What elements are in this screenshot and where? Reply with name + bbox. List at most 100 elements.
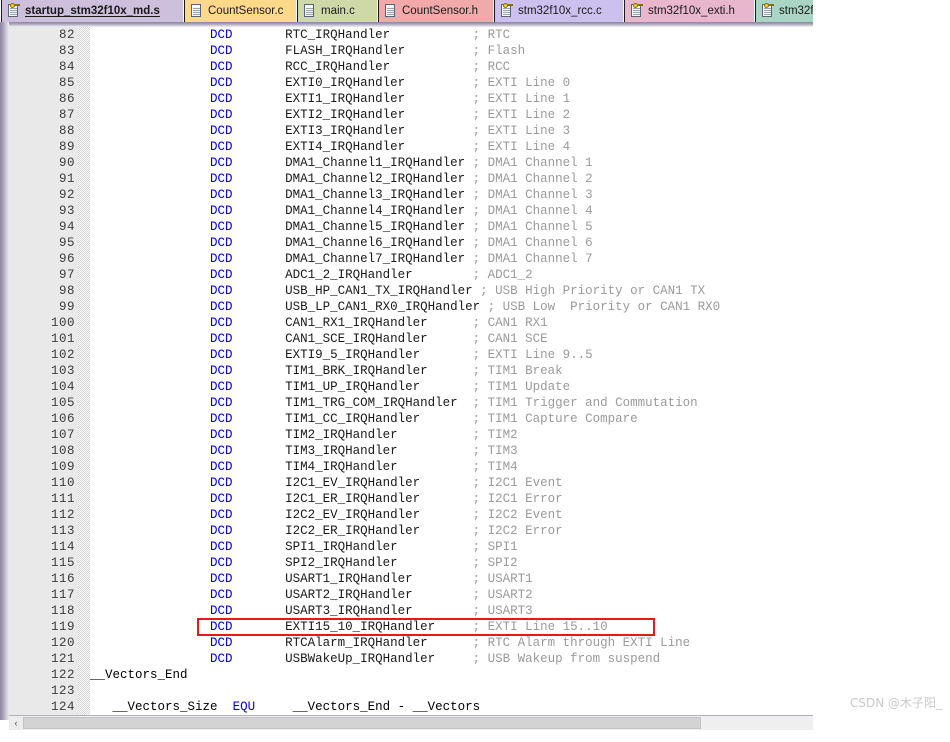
code-line[interactable]: 97 DCD ADC1_2_IRQHandler ; ADC1_2 (9, 267, 813, 283)
code-comment: ; DMA1 Channel 4 (472, 204, 593, 218)
line-number: 100 (50, 316, 75, 330)
code-line-text: DCD USART3_IRQHandler ; USART3 (90, 603, 533, 619)
code-line-text: DCD FLASH_IRQHandler ; Flash (90, 43, 525, 59)
code-line[interactable]: 98 DCD USB_HP_CAN1_TX_IRQHandler ; USB H… (9, 283, 813, 299)
editor-tab-4[interactable]: stm32f10x_rcc.c (493, 0, 626, 22)
code-line[interactable]: 108 DCD TIM3_IRQHandler ; TIM3 (9, 443, 813, 459)
line-number: 112 (50, 508, 75, 522)
code-line[interactable]: 115 DCD SPI2_IRQHandler ; SPI2 (9, 555, 813, 571)
code-line[interactable]: 84 DCD RCC_IRQHandler ; RCC (9, 59, 813, 75)
editor-tab-bar[interactable]: startup_stm32f10x_md.s CountSensor.c main.… (0, 0, 813, 22)
code-comment: ; CAN1 SCE (472, 332, 548, 346)
code-line[interactable]: 99 DCD USB_LP_CAN1_RX0_IRQHandler ; USB … (9, 299, 813, 315)
assembly-directive: DCD (210, 588, 233, 602)
code-line[interactable]: 85 DCD EXTI0_IRQHandler ; EXTI Line 0 (9, 75, 813, 91)
code-line[interactable]: 83 DCD FLASH_IRQHandler ; Flash (9, 43, 813, 59)
code-line-text: DCD TIM1_UP_IRQHandler ; TIM1 Update (90, 379, 570, 395)
code-line[interactable]: 88 DCD EXTI3_IRQHandler ; EXTI Line 3 (9, 123, 813, 139)
assembly-directive: DCD (210, 60, 233, 74)
code-line-text: DCD USBWakeUp_IRQHandler ; USB Wakeup fr… (90, 651, 660, 667)
code-line[interactable]: 103 DCD TIM1_BRK_IRQHandler ; TIM1 Break (9, 363, 813, 379)
code-comment: ; DMA1 Channel 5 (472, 220, 593, 234)
code-line[interactable]: 95 DCD DMA1_Channel6_IRQHandler ; DMA1 C… (9, 235, 813, 251)
code-line[interactable]: 101 DCD CAN1_SCE_IRQHandler ; CAN1 SCE (9, 331, 813, 347)
assembly-directive: DCD (210, 124, 233, 138)
assembly-directive: DCD (210, 364, 233, 378)
code-comment: ; TIM1 Update (472, 380, 571, 394)
assembly-directive: DCD (210, 380, 233, 394)
code-line[interactable]: 116 DCD USART1_IRQHandler ; USART1 (9, 571, 813, 587)
scroll-left-arrow-icon[interactable]: ‹ (9, 716, 23, 730)
code-line[interactable]: 118 DCD USART3_IRQHandler ; USART3 (9, 603, 813, 619)
code-editor-area[interactable]: 82 DCD RTC_IRQHandler ; RTC 83 DCD FLASH_… (9, 27, 813, 715)
code-line[interactable]: 86 DCD EXTI1_IRQHandler ; EXTI Line 1 (9, 91, 813, 107)
line-number: 102 (50, 348, 75, 362)
line-number: 87 (58, 108, 75, 122)
line-number: 83 (58, 44, 75, 58)
code-line[interactable]: 109 DCD TIM4_IRQHandler ; TIM4 (9, 459, 813, 475)
code-line-text: DCD USB_HP_CAN1_TX_IRQHandler ; USB High… (90, 283, 705, 299)
code-line[interactable]: 117 DCD USART2_IRQHandler ; USART2 (9, 587, 813, 603)
code-line[interactable]: 124 __Vectors_Size EQU __Vectors_End - _… (9, 699, 813, 715)
code-line[interactable]: 100 DCD CAN1_RX1_IRQHandler ; CAN1 RX1 (9, 315, 813, 331)
horizontal-scrollbar-thumb[interactable] (23, 717, 701, 729)
line-number: 113 (50, 524, 75, 538)
line-number: 90 (58, 156, 75, 170)
line-number: 111 (50, 492, 75, 506)
code-line[interactable]: 106 DCD TIM1_CC_IRQHandler ; TIM1 Captur… (9, 411, 813, 427)
editor-tab-0[interactable]: startup_stm32f10x_md.s (0, 0, 186, 22)
code-lines[interactable]: 82 DCD RTC_IRQHandler ; RTC 83 DCD FLASH_… (9, 27, 813, 715)
code-comment: ; RCC (472, 60, 511, 74)
editor-tab-5[interactable]: stm32f10x_exti.h (623, 0, 757, 22)
line-number: 104 (50, 380, 75, 394)
editor-tab-1[interactable]: CountSensor.c (183, 0, 299, 22)
code-line[interactable]: 123 (9, 683, 813, 699)
code-line[interactable]: 120 DCD RTCAlarm_IRQHandler ; RTC Alarm … (9, 635, 813, 651)
code-line[interactable]: 102 DCD EXTI9_5_IRQHandler ; EXTI Line 9… (9, 347, 813, 363)
tab-list[interactable]: startup_stm32f10x_md.s CountSensor.c main.… (0, 0, 813, 22)
code-line[interactable]: 111 DCD I2C1_ER_IRQHandler ; I2C1 Error (9, 491, 813, 507)
code-comment: ; SPI1 (472, 540, 518, 554)
editor-tab-6[interactable]: stm32f (754, 0, 813, 22)
irq-handler-symbol: EXTI0_IRQHandler (285, 76, 406, 90)
code-line[interactable]: 87 DCD EXTI2_IRQHandler ; EXTI Line 2 (9, 107, 813, 123)
code-line[interactable]: 113 DCD I2C2_ER_IRQHandler ; I2C2 Error (9, 523, 813, 539)
irq-handler-symbol: USBWakeUp_IRQHandler (285, 652, 436, 666)
code-line[interactable]: 122 __Vectors_End (9, 667, 813, 683)
code-line[interactable]: 119 DCD EXTI15_10_IRQHandler ; EXTI Line… (9, 619, 813, 635)
code-line[interactable]: 121 DCD USBWakeUp_IRQHandler ; USB Wakeu… (9, 651, 813, 667)
editor-tab-2[interactable]: main.c (296, 0, 380, 22)
code-line[interactable]: 104 DCD TIM1_UP_IRQHandler ; TIM1 Update (9, 379, 813, 395)
code-line[interactable]: 94 DCD DMA1_Channel5_IRQHandler ; DMA1 C… (9, 219, 813, 235)
irq-handler-symbol: USB_LP_CAN1_RX0_IRQHandler (285, 300, 481, 314)
code-line[interactable]: 90 DCD DMA1_Channel1_IRQHandler ; DMA1 C… (9, 155, 813, 171)
irq-handler-symbol: DMA1_Channel4_IRQHandler (285, 204, 466, 218)
code-line-text: DCD DMA1_Channel4_IRQHandler ; DMA1 Chan… (90, 203, 593, 219)
code-line[interactable]: 114 DCD SPI1_IRQHandler ; SPI1 (9, 539, 813, 555)
irq-handler-symbol: EXTI1_IRQHandler (285, 92, 406, 106)
code-line[interactable]: 96 DCD DMA1_Channel7_IRQHandler ; DMA1 C… (9, 251, 813, 267)
line-number: 119 (50, 620, 75, 634)
code-line[interactable]: 112 DCD I2C2_EV_IRQHandler ; I2C2 Event (9, 507, 813, 523)
code-line[interactable]: 89 DCD EXTI4_IRQHandler ; EXTI Line 4 (9, 139, 813, 155)
code-line[interactable]: 110 DCD I2C1_EV_IRQHandler ; I2C1 Event (9, 475, 813, 491)
line-number: 121 (50, 652, 75, 666)
irq-handler-symbol: RTCAlarm_IRQHandler (285, 636, 428, 650)
code-line[interactable]: 93 DCD DMA1_Channel4_IRQHandler ; DMA1 C… (9, 203, 813, 219)
document-key-icon (7, 2, 20, 18)
equ-expression: __Vectors_End - __Vectors (292, 700, 481, 714)
code-line-text: DCD TIM1_BRK_IRQHandler ; TIM1 Break (90, 363, 563, 379)
code-line[interactable]: 82 DCD RTC_IRQHandler ; RTC (9, 27, 813, 43)
irq-handler-symbol: EXTI9_5_IRQHandler (285, 348, 421, 362)
editor-tab-3[interactable]: CountSensor.h (377, 0, 496, 22)
code-line[interactable]: 105 DCD TIM1_TRG_COM_IRQHandler ; TIM1 T… (9, 395, 813, 411)
code-comment: ; EXTI Line 1 (472, 92, 571, 106)
code-line[interactable]: 107 DCD TIM2_IRQHandler ; TIM2 (9, 427, 813, 443)
code-line-text: DCD USART2_IRQHandler ; USART2 (90, 587, 533, 603)
code-line[interactable]: 91 DCD DMA1_Channel2_IRQHandler ; DMA1 C… (9, 171, 813, 187)
code-line[interactable]: 92 DCD DMA1_Channel3_IRQHandler ; DMA1 C… (9, 187, 813, 203)
line-number: 91 (58, 172, 75, 186)
irq-handler-symbol: USB_HP_CAN1_TX_IRQHandler (285, 284, 473, 298)
irq-handler-symbol: USART2_IRQHandler (285, 588, 413, 602)
horizontal-scrollbar[interactable]: ‹ (9, 715, 813, 730)
